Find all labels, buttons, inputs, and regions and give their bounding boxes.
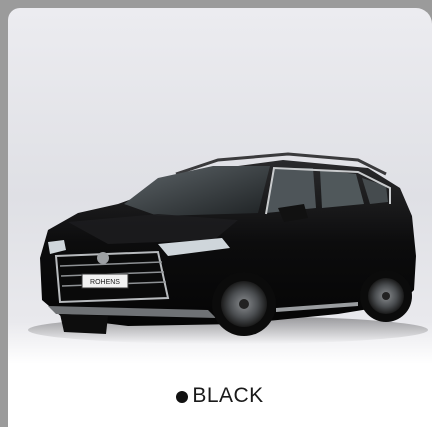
car-image: ROHENS — [28, 152, 428, 344]
screen: ROHENS BLACK — [0, 0, 432, 427]
color-dot-icon — [176, 390, 189, 403]
rear-wheel — [360, 270, 412, 322]
color-option-card[interactable]: ROHENS BLACK — [8, 8, 432, 427]
windshield — [124, 166, 270, 216]
front-left-tire — [60, 314, 108, 334]
plate-text: ROHENS — [90, 279, 120, 286]
color-label: BLACK — [8, 378, 432, 414]
front-wheel — [212, 272, 276, 336]
color-name: BLACK — [192, 384, 264, 407]
brand-logo — [97, 252, 109, 264]
